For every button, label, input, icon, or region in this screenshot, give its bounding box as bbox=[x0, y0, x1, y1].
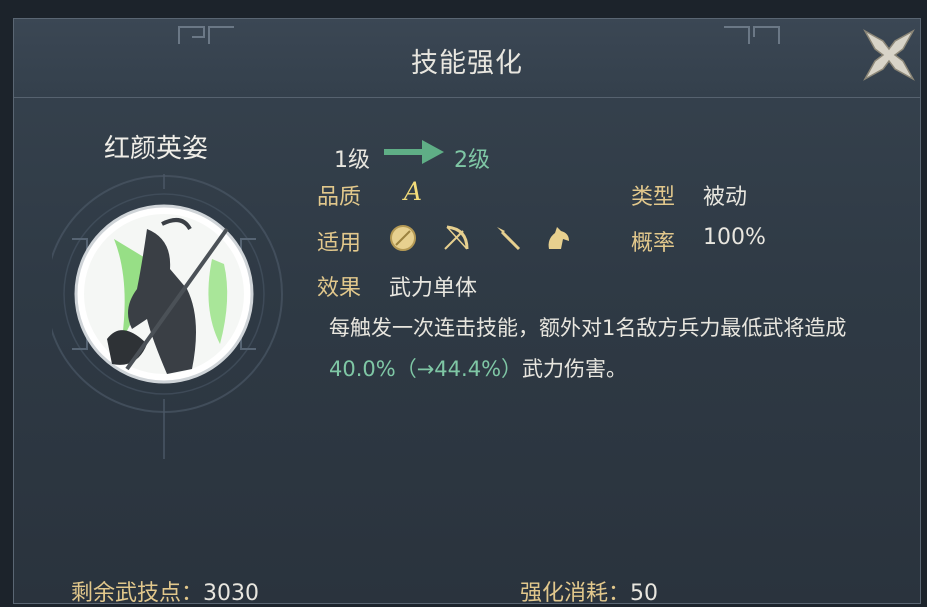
portrait-emblem bbox=[45, 174, 283, 459]
remaining-points: 剩余武技点：3030 bbox=[71, 575, 259, 607]
dialog-title: 技能强化 bbox=[411, 48, 523, 79]
type-label: 类型 bbox=[631, 185, 676, 210]
remaining-label: 剩余武技点： bbox=[71, 581, 204, 606]
remaining-value: 3030 bbox=[203, 581, 260, 606]
shield-icon bbox=[390, 225, 416, 251]
enhance-cost: 强化消耗：50 bbox=[520, 575, 658, 607]
skill-name: 红颜英姿 bbox=[104, 134, 209, 164]
dialog-header: 技能强化 bbox=[14, 19, 920, 98]
skill-description: 每触发一次连击技能，额外对1名敌方兵力最低武将造成 40.0%（→44.4%）武力… bbox=[329, 308, 889, 390]
damage-value: 40.0%（→44.4%） bbox=[329, 357, 523, 381]
horse-icon bbox=[548, 227, 569, 249]
level-to: 2级 bbox=[454, 148, 490, 173]
chance-label: 概率 bbox=[631, 231, 676, 256]
effect-value: 武力单体 bbox=[389, 276, 478, 301]
close-button[interactable] bbox=[859, 25, 919, 85]
skill-portrait bbox=[45, 169, 302, 469]
cost-label: 强化消耗： bbox=[520, 581, 631, 606]
skill-enhance-dialog: 技能强化 红颜英姿 1级 2级 品质 A 类型 被动 适用 概率 100% 效果… bbox=[13, 18, 921, 607]
chance-value: 100% bbox=[703, 225, 766, 250]
bow-icon bbox=[444, 225, 469, 250]
cost-value: 50 bbox=[630, 581, 659, 606]
description-suffix: 武力伤害。 bbox=[522, 357, 628, 381]
quality-label: 品质 bbox=[317, 185, 362, 210]
description-text: 每触发一次连击技能，额外对1名敌方兵力最低武将造成 bbox=[329, 316, 847, 340]
level-arrow-icon bbox=[384, 140, 444, 164]
level-from: 1级 bbox=[334, 148, 370, 173]
effect-label: 效果 bbox=[317, 276, 362, 301]
apply-label: 适用 bbox=[317, 231, 362, 256]
spear-icon bbox=[497, 227, 521, 251]
close-x-icon bbox=[863, 29, 915, 81]
quality-value: A bbox=[404, 177, 423, 206]
type-value: 被动 bbox=[703, 185, 748, 210]
